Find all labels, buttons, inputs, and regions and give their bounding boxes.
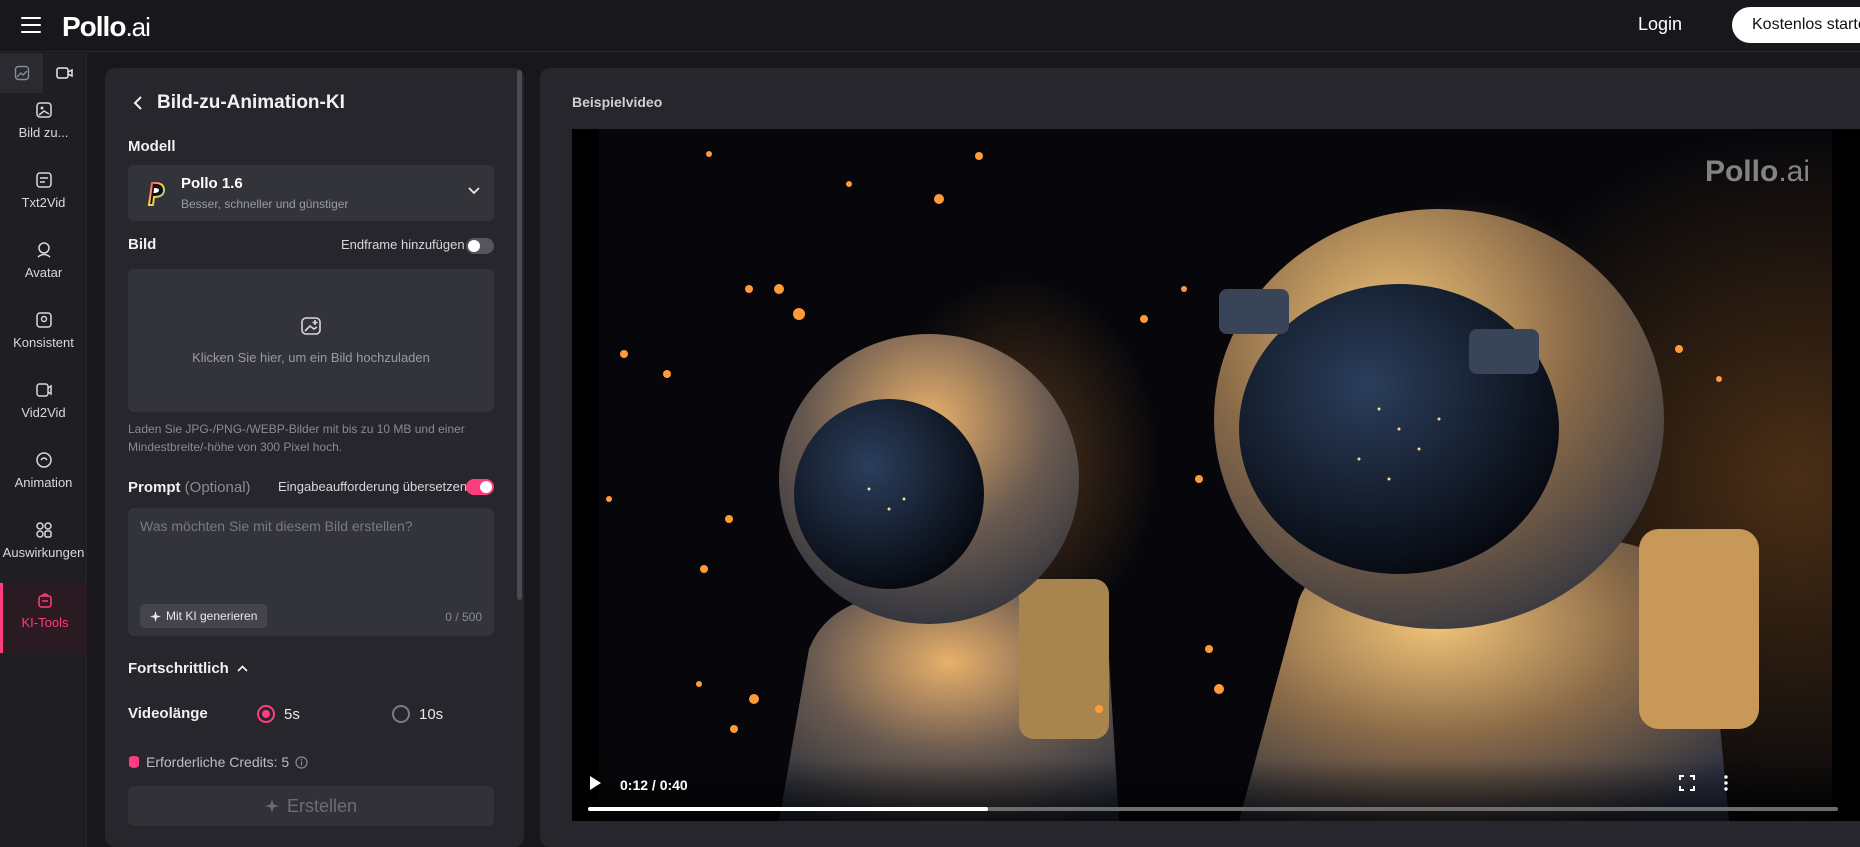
- model-subtitle: Besser, schneller und günstiger: [181, 197, 349, 211]
- sparkle-icon: [264, 799, 279, 813]
- tools-icon: [38, 593, 52, 608]
- sidebar-item-label: Vid2Vid: [21, 405, 66, 420]
- upload-hint: Laden Sie JPG-/PNG-/WEBP-Bilder mit bis …: [128, 422, 465, 454]
- video-video-icon: [35, 383, 52, 397]
- video-tab-icon: [56, 67, 73, 79]
- more-icon[interactable]: [1724, 775, 1728, 791]
- sidebar-item-animation[interactable]: Animation: [0, 443, 87, 513]
- start-free-button[interactable]: Kostenlos starte: [1732, 7, 1860, 43]
- logo[interactable]: Pollo.ai: [62, 11, 151, 43]
- sidebar-item-txt2vid[interactable]: Txt2Vid: [0, 163, 87, 233]
- effects-icon: [35, 522, 52, 538]
- radio-10s-label: 10s: [419, 706, 444, 723]
- endframe-label: Endframe hinzufügen: [341, 237, 465, 252]
- upload-image-icon: [301, 317, 321, 335]
- page-title: Bild-zu-Animation-KI: [133, 92, 345, 114]
- sidebar-item-label: KI-Tools: [21, 615, 69, 630]
- prompt-optional: (Optional): [184, 479, 251, 496]
- top-bar: Pollo.ai Login Kostenlos starte: [0, 0, 1860, 52]
- preview-area: Beispielvideo Pollo.ai 0:12 / 0:40: [540, 68, 1860, 847]
- chevron-down-icon: [468, 187, 480, 195]
- pollo-logo-icon: [147, 181, 166, 206]
- sidebar-item-label: Animation: [14, 475, 73, 490]
- translate-label: Eingabeaufforderung übersetzen: [278, 479, 468, 494]
- prompt-input[interactable]: [128, 508, 494, 598]
- back-arrow-icon[interactable]: [133, 95, 143, 111]
- sidebar-item-label: Txt2Vid: [21, 195, 66, 210]
- radio-10s[interactable]: [392, 705, 410, 723]
- login-button[interactable]: Login: [1638, 14, 1682, 35]
- panel-scrollbar[interactable]: [517, 70, 522, 600]
- info-icon[interactable]: [295, 755, 308, 769]
- translate-toggle[interactable]: [466, 479, 494, 495]
- image-tab[interactable]: [0, 53, 43, 93]
- model-label: Modell: [128, 138, 176, 155]
- sidebar-item-label: Konsistent: [13, 335, 74, 350]
- image-upload-area[interactable]: Klicken Sie hier, um ein Bild hochzulade…: [128, 269, 494, 412]
- chevron-up-icon: [237, 665, 248, 672]
- sidebar-item-image-to-video[interactable]: Bild zu...: [0, 93, 87, 163]
- avatar-icon: [37, 242, 50, 258]
- upload-text: Klicken Sie hier, um ein Bild hochzulade…: [192, 350, 430, 365]
- sidebar-item-avatar[interactable]: Avatar: [0, 233, 87, 303]
- endframe-toggle[interactable]: [466, 238, 494, 254]
- char-counter: 0 / 500: [445, 610, 482, 624]
- video-controls: 0:12 / 0:40: [572, 759, 1860, 821]
- video-frame: Pollo.ai: [599, 129, 1832, 821]
- astronauts-image: [606, 151, 1759, 821]
- video-time: 0:12 / 0:40: [620, 777, 688, 793]
- sidebar-item-effects[interactable]: Auswirkungen: [0, 513, 87, 583]
- radio-5s[interactable]: [257, 705, 275, 723]
- sparkle-icon: [150, 610, 161, 622]
- video-length-label: Videolänge: [128, 705, 208, 722]
- video-watermark: Pollo.ai: [1704, 155, 1810, 188]
- text-video-icon: [35, 172, 52, 188]
- play-icon[interactable]: [588, 775, 602, 791]
- radio-5s-label: 5s: [284, 706, 300, 723]
- video-progress-fill: [588, 807, 988, 811]
- credits-info: Erforderliche Credits: 5: [128, 754, 308, 770]
- image-tab-icon: [14, 65, 29, 81]
- image-label: Bild: [128, 236, 157, 253]
- sidebar: Bild zu... Txt2Vid Avatar Konsistent Vid…: [0, 53, 87, 847]
- generate-with-ai-button[interactable]: Mit KI generieren: [140, 604, 268, 628]
- credits-icon: [129, 756, 139, 768]
- example-video-title: Beispielvideo: [572, 94, 663, 110]
- image-video-icon: [35, 102, 52, 118]
- menu-icon[interactable]: [21, 17, 41, 33]
- model-select[interactable]: Pollo 1.6 Besser, schneller und günstige…: [128, 165, 494, 221]
- advanced-toggle[interactable]: Fortschrittlich: [128, 660, 248, 677]
- model-name: Pollo 1.6: [181, 175, 243, 192]
- video-player[interactable]: Pollo.ai 0:12 / 0:40: [572, 129, 1860, 821]
- prompt-box: Mit KI generieren 0 / 500: [128, 508, 494, 636]
- create-button[interactable]: Erstellen: [128, 786, 494, 826]
- sidebar-item-label: Auswirkungen: [2, 545, 85, 560]
- fullscreen-icon[interactable]: [1679, 775, 1695, 791]
- sidebar-item-konsistent[interactable]: Konsistent: [0, 303, 87, 373]
- video-progress-bar[interactable]: [588, 807, 1838, 811]
- sidebar-item-label: Bild zu...: [18, 125, 69, 140]
- video-tab[interactable]: [43, 53, 86, 93]
- sidebar-item-label: Avatar: [24, 265, 63, 280]
- sidebar-item-vid2vid[interactable]: Vid2Vid: [0, 373, 87, 443]
- animation-icon: [35, 452, 52, 468]
- settings-panel: Bild-zu-Animation-KI Modell Pollo 1.6 Be…: [105, 68, 524, 847]
- sidebar-item-ki-tools[interactable]: KI-Tools: [0, 583, 87, 653]
- consistent-icon: [35, 312, 52, 328]
- prompt-label: Prompt (Optional): [128, 479, 251, 496]
